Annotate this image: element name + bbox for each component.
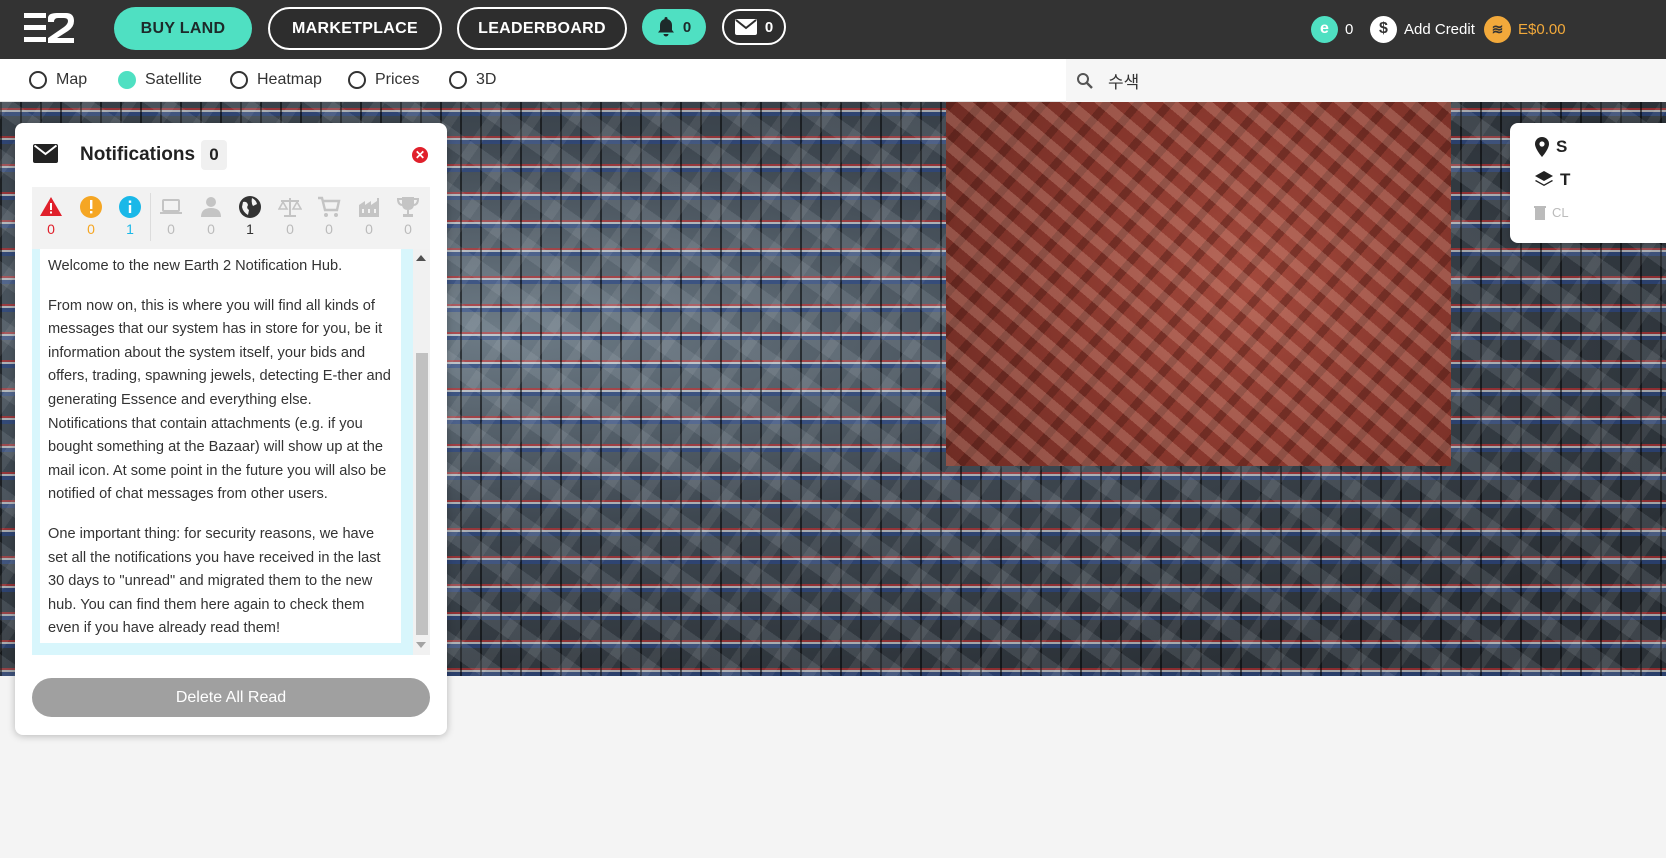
scroll-up-arrow-icon[interactable] [416, 255, 426, 261]
filter-factory[interactable]: 0 [353, 195, 385, 237]
essence-count: 0 [1345, 20, 1354, 38]
envelope-icon [734, 19, 757, 35]
mail-button[interactable]: 0 [722, 9, 786, 45]
info-circle-icon [119, 196, 141, 218]
dollar-icon: $ [1370, 15, 1397, 43]
earth2-logo[interactable] [24, 10, 76, 46]
location-label: S [1556, 137, 1568, 156]
notification-paragraph: One important thing: for security reason… [48, 525, 381, 637]
filter-system[interactable]: 0 [155, 195, 187, 237]
location-row[interactable]: S [1534, 137, 1567, 157]
notifications-count: 0 [201, 140, 227, 170]
filter-warning-count: 0 [87, 221, 95, 237]
filter-shop-count: 0 [325, 221, 333, 237]
filter-divider [150, 193, 151, 241]
clear-label: CL [1552, 205, 1569, 220]
balance-value: E$0.00 [1518, 20, 1566, 38]
radio-dot [348, 71, 366, 89]
radio-dot [449, 71, 467, 89]
essence-icon: e [1311, 15, 1338, 43]
delete-all-read-button[interactable]: Delete All Read [32, 678, 430, 717]
bell-icon [657, 17, 674, 37]
scroll-down-arrow-icon[interactable] [416, 642, 426, 648]
filter-shop[interactable]: 0 [313, 195, 345, 237]
essence-balance[interactable]: e 0 [1311, 14, 1353, 44]
filter-system-count: 0 [167, 221, 175, 237]
filter-trade[interactable]: 0 [274, 195, 306, 237]
filter-info-count: 1 [126, 221, 134, 237]
layer-prices-radio[interactable]: Prices [348, 71, 419, 89]
layer-heatmap-radio[interactable]: Heatmap [230, 71, 322, 89]
radio-dot-selected [118, 71, 136, 89]
filter-error-count: 0 [47, 221, 55, 237]
balance-display[interactable]: ≋ E$0.00 [1484, 14, 1566, 44]
map-info-panel: S T CL [1510, 123, 1666, 243]
notifications-header: Notifications 0 ✕ [15, 123, 447, 185]
layer-heatmap-label: Heatmap [257, 71, 322, 88]
filter-world[interactable]: 1 [234, 195, 266, 237]
layer-3d-radio[interactable]: 3D [449, 71, 496, 89]
marketplace-button[interactable]: MARKETPLACE [268, 7, 442, 50]
clear-row[interactable]: CL [1534, 205, 1569, 220]
globe-icon [239, 196, 261, 218]
notifications-list[interactable]: Welcome to the new Earth 2 Notification … [32, 249, 430, 655]
cart-icon [318, 196, 341, 217]
trash-icon [1534, 206, 1546, 220]
envelope-icon [33, 144, 58, 163]
radio-dot [230, 71, 248, 89]
scale-icon [278, 198, 302, 217]
owned-land-overlay[interactable] [946, 102, 1451, 466]
laptop-icon [160, 199, 182, 214]
notifications-bell-button[interactable]: 0 [642, 9, 706, 45]
location-pin-icon [1535, 137, 1549, 157]
notification-filters: 0 0 1 0 0 1 0 0 0 0 [32, 187, 430, 249]
location-search [1066, 59, 1666, 102]
notification-paragraph: From now on, this is where you will find… [48, 297, 391, 503]
layer-satellite-radio[interactable]: Satellite [118, 71, 202, 89]
factory-icon [359, 198, 379, 217]
filter-factory-count: 0 [365, 221, 373, 237]
filter-trade-count: 0 [286, 221, 294, 237]
search-icon [1077, 72, 1093, 89]
mail-count: 0 [764, 18, 774, 36]
leaderboard-button[interactable]: LEADERBOARD [457, 7, 627, 50]
top-bar: BUY LAND MARKETPLACE LEADERBOARD 0 0 e 0… [0, 0, 1666, 59]
layers-icon [1535, 171, 1553, 186]
filter-info[interactable]: 1 [114, 195, 146, 237]
tiles-label: T [1560, 170, 1571, 189]
warning-triangle-icon [40, 197, 62, 216]
stack-coin-icon: ≋ [1484, 15, 1511, 43]
notification-paragraph: Welcome to the new Earth 2 Notification … [48, 258, 343, 274]
filter-world-count: 1 [246, 221, 254, 237]
filter-achievement[interactable]: 0 [392, 195, 424, 237]
filter-user-count: 0 [207, 221, 215, 237]
layer-satellite-label: Satellite [145, 71, 202, 88]
radio-dot [29, 71, 47, 89]
notification-item[interactable]: Welcome to the new Earth 2 Notification … [40, 249, 401, 643]
layer-map-label: Map [56, 71, 88, 88]
scrollbar-thumb[interactable] [416, 353, 428, 635]
notifications-scrollbar[interactable] [413, 249, 430, 655]
trophy-icon [396, 197, 420, 217]
tiles-row[interactable]: T [1534, 170, 1570, 190]
filter-error[interactable]: 0 [35, 195, 67, 237]
notifications-panel: Notifications 0 ✕ 0 0 1 0 0 1 0 0 0 0 We… [15, 123, 447, 735]
layer-map-radio[interactable]: Map [29, 71, 87, 89]
bell-count: 0 [682, 18, 692, 36]
filter-warning[interactable]: 0 [75, 195, 107, 237]
add-credit-button[interactable]: $ Add Credit [1370, 14, 1475, 44]
filter-user[interactable]: 0 [195, 195, 227, 237]
close-icon[interactable]: ✕ [412, 147, 428, 163]
search-input[interactable] [1108, 65, 1588, 96]
exclamation-circle-icon [80, 196, 102, 218]
filter-achievement-count: 0 [404, 221, 412, 237]
notifications-title: Notifications [80, 144, 196, 165]
add-credit-label: Add Credit [1404, 20, 1475, 38]
layer-3d-label: 3D [476, 71, 497, 88]
user-icon [201, 197, 221, 217]
buy-land-button[interactable]: BUY LAND [114, 7, 252, 50]
layer-prices-label: Prices [375, 71, 420, 88]
